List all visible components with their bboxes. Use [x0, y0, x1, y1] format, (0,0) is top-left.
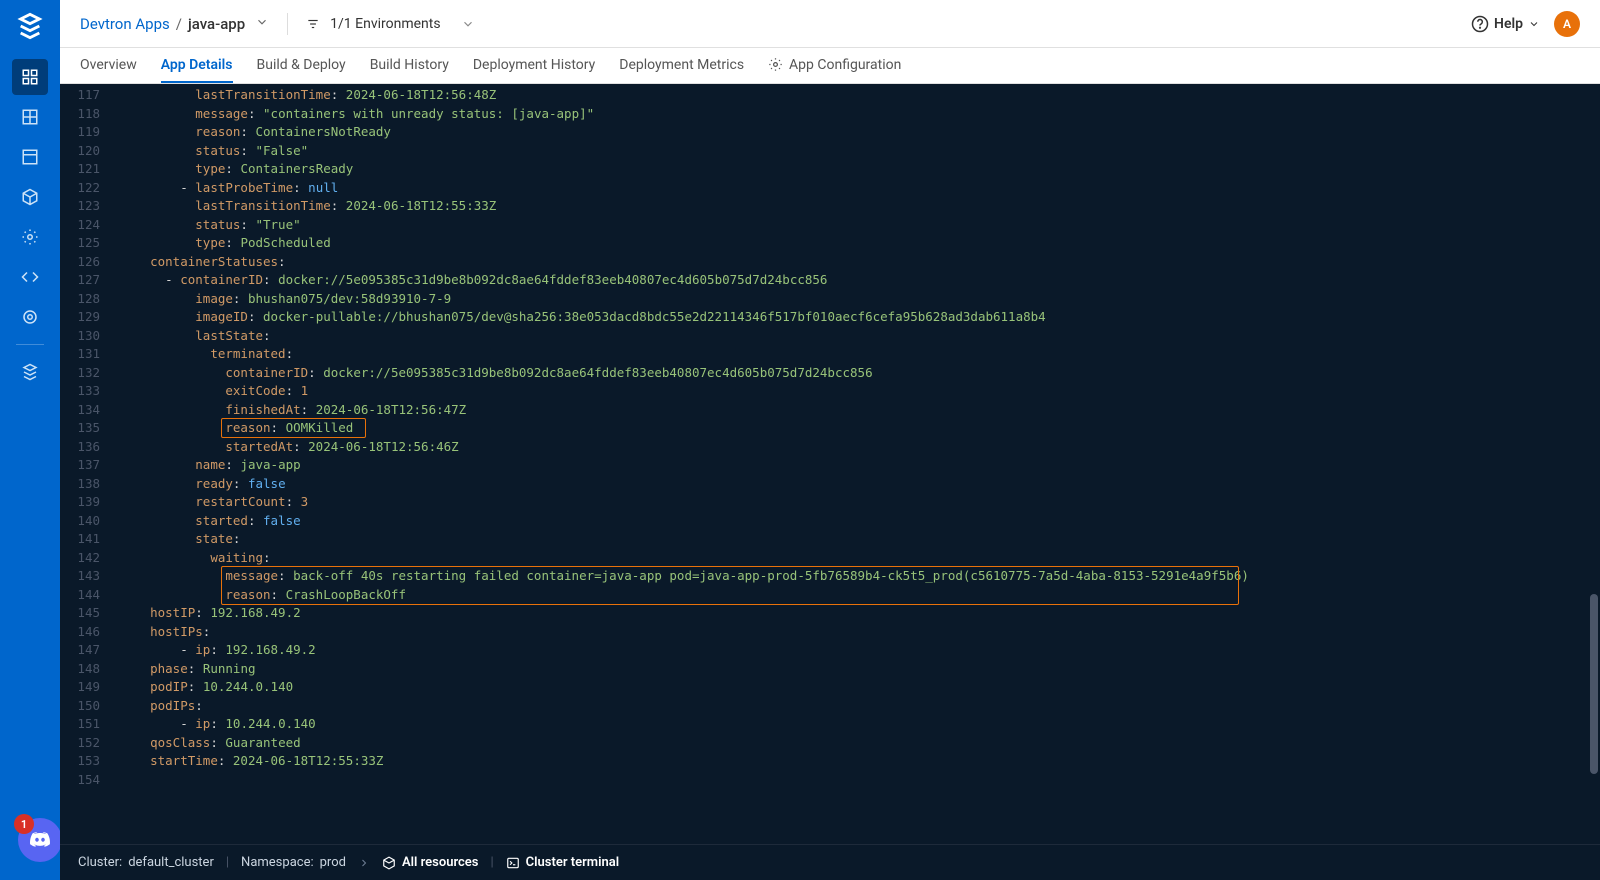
code-line: terminated:	[120, 345, 1590, 364]
breadcrumb-root[interactable]: Devtron Apps	[80, 15, 170, 33]
tab-app-configuration-label: App Configuration	[789, 57, 901, 73]
code-line: podIPs:	[120, 697, 1590, 716]
tab-build-history[interactable]: Build History	[370, 48, 449, 83]
code-line: reason: OOMKilled	[120, 419, 1590, 438]
code-line: lastTransitionTime: 2024-06-18T12:55:33Z	[120, 197, 1590, 216]
nav-code-icon[interactable]	[12, 259, 48, 295]
app-tabs: Overview App Details Build & Deploy Buil…	[60, 48, 1600, 84]
yaml-viewer: 1171181191201211221231241251261271281291…	[60, 84, 1600, 844]
breadcrumb: Devtron Apps / java-app	[80, 15, 269, 33]
footer-separator: |	[490, 855, 493, 870]
footer-namespace: Namespace: prod	[241, 855, 346, 870]
nav-chart-icon[interactable]	[12, 99, 48, 135]
code-line: name: java-app	[120, 456, 1590, 475]
code-line: - lastProbeTime: null	[120, 179, 1590, 198]
topbar-divider	[287, 13, 288, 35]
code-line: type: PodScheduled	[120, 234, 1590, 253]
notification-badge: 1	[14, 814, 34, 834]
code-line: - ip: 10.244.0.140	[120, 715, 1590, 734]
tab-build-deploy[interactable]: Build & Deploy	[257, 48, 346, 83]
help-icon	[1471, 15, 1489, 33]
breadcrumb-current: java-app	[188, 15, 245, 33]
code-line: hostIPs:	[120, 623, 1590, 642]
env-filter-label: 1/1 Environments	[330, 16, 440, 32]
tab-deployment-history[interactable]: Deployment History	[473, 48, 595, 83]
code-line: hostIP: 192.168.49.2	[120, 604, 1590, 623]
code-line: restartCount: 3	[120, 493, 1590, 512]
code-line: message: "containers with unready status…	[120, 105, 1590, 124]
code-line: image: bhushan075/dev:58d93910-7-9	[120, 290, 1590, 309]
code-line: qosClass: Guaranteed	[120, 734, 1590, 753]
tab-app-details[interactable]: App Details	[161, 48, 233, 83]
gear-icon	[768, 57, 783, 72]
app-switcher-chevron-icon[interactable]	[255, 15, 269, 33]
code-line: started: false	[120, 512, 1590, 531]
footer-namespace-value: prod	[320, 855, 346, 870]
footer-namespace-label: Namespace:	[241, 855, 314, 870]
footer-all-resources-label: All resources	[402, 855, 479, 870]
code-line: containerStatuses:	[120, 253, 1590, 272]
footer-cluster: Cluster: default_cluster	[78, 855, 214, 870]
code-line: - containerID: docker://5e095385c31d9be8…	[120, 271, 1590, 290]
help-label: Help	[1494, 16, 1523, 32]
cube-icon	[382, 856, 396, 870]
footer-cluster-label: Cluster:	[78, 855, 122, 870]
code-line: phase: Running	[120, 660, 1590, 679]
code-line: imageID: docker-pullable://bhushan075/de…	[120, 308, 1590, 327]
breadcrumb-separator: /	[176, 15, 182, 33]
tab-app-configuration[interactable]: App Configuration	[768, 48, 901, 83]
footer-cluster-value: default_cluster	[128, 855, 214, 870]
code-line: containerID: docker://5e095385c31d9be8b0…	[120, 364, 1590, 383]
resource-footer: Cluster: default_cluster | Namespace: pr…	[60, 844, 1600, 880]
code-line: waiting:	[120, 549, 1590, 568]
line-gutter: 1171181191201211221231241251261271281291…	[60, 84, 108, 844]
nav-grid-icon[interactable]	[12, 139, 48, 175]
help-button[interactable]: Help	[1471, 15, 1540, 33]
terminal-icon	[506, 856, 520, 870]
code-line: status: "True"	[120, 216, 1590, 235]
chevron-right-icon	[358, 857, 370, 869]
sidebar	[0, 0, 60, 880]
code-line: state:	[120, 530, 1590, 549]
chevron-down-icon	[1528, 18, 1540, 30]
footer-cluster-terminal-label: Cluster terminal	[526, 855, 619, 870]
code-line	[120, 771, 1590, 790]
code-line: reason: ContainersNotReady	[120, 123, 1590, 142]
code-body[interactable]: lastTransitionTime: 2024-06-18T12:56:48Z…	[108, 84, 1600, 844]
nav-gear-icon[interactable]	[12, 299, 48, 335]
code-line: message: back-off 40s restarting failed …	[120, 567, 1590, 586]
code-line: status: "False"	[120, 142, 1590, 161]
topbar: Devtron Apps / java-app 1/1 Environments…	[60, 0, 1600, 48]
sidebar-divider	[16, 344, 44, 345]
code-line: startedAt: 2024-06-18T12:56:46Z	[120, 438, 1590, 457]
code-line: finishedAt: 2024-06-18T12:56:47Z	[120, 401, 1590, 420]
user-avatar[interactable]: A	[1554, 11, 1580, 37]
nav-cube-icon[interactable]	[12, 179, 48, 215]
code-line: - ip: 192.168.49.2	[120, 641, 1590, 660]
code-line: type: ContainersReady	[120, 160, 1590, 179]
footer-cluster-terminal[interactable]: Cluster terminal	[506, 855, 619, 870]
tab-deployment-metrics[interactable]: Deployment Metrics	[619, 48, 744, 83]
code-line: podIP: 10.244.0.140	[120, 678, 1590, 697]
discord-button[interactable]: 1	[18, 818, 62, 862]
code-line: startTime: 2024-06-18T12:55:33Z	[120, 752, 1590, 771]
footer-all-resources[interactable]: All resources	[382, 855, 479, 870]
code-line: ready: false	[120, 475, 1590, 494]
footer-separator: |	[226, 855, 229, 870]
nav-apps-icon[interactable]	[12, 59, 48, 95]
nav-stack-icon[interactable]	[12, 354, 48, 390]
environment-filter[interactable]: 1/1 Environments	[306, 16, 474, 32]
filter-icon	[306, 17, 320, 31]
nav-settings-icon[interactable]	[12, 219, 48, 255]
code-line: reason: CrashLoopBackOff	[120, 586, 1590, 605]
tab-overview[interactable]: Overview	[80, 48, 137, 83]
code-line: lastState:	[120, 327, 1590, 346]
scrollbar-thumb[interactable]	[1590, 594, 1598, 774]
code-line: lastTransitionTime: 2024-06-18T12:56:48Z	[120, 86, 1590, 105]
chevron-down-icon	[461, 17, 475, 31]
code-line: exitCode: 1	[120, 382, 1590, 401]
devtron-logo-icon[interactable]	[14, 10, 46, 42]
